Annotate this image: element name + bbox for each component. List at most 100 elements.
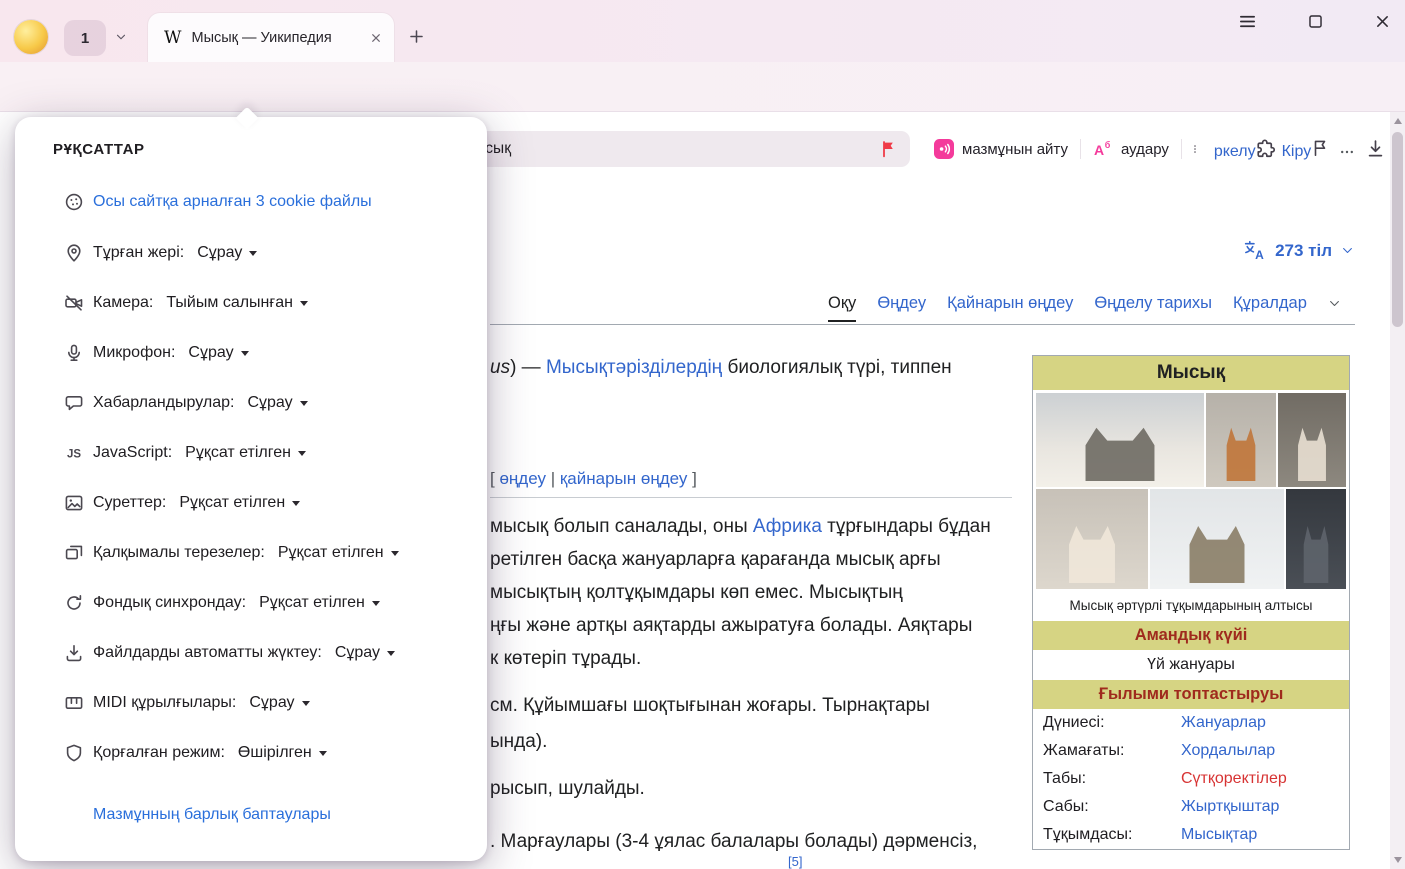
toolbar-more-icon[interactable] (1182, 140, 1208, 158)
read-aloud-label: мазмұнын айту (962, 141, 1068, 158)
tab-close-icon[interactable] (370, 32, 382, 44)
edit-source-section-link[interactable]: қайнарын өңдеу (560, 469, 688, 488)
tab-title: Мысық — Уикипедия (191, 30, 362, 46)
article-paragraph-line: . Марғаулары (3-4 ұялас балалары болады)… (490, 831, 977, 853)
reference-5-link[interactable]: [5] (788, 854, 802, 869)
new-tab-button[interactable] (408, 28, 425, 45)
taxobox-photo-grid (1033, 390, 1349, 592)
permission-row-background-sync: Фондық синхрондау: Рұқсат етілген (15, 578, 487, 628)
translate-icon: Aб (1093, 139, 1113, 159)
all-content-settings-link[interactable]: Мазмұнның барлық баптаулары (93, 806, 331, 823)
scroll-down-arrow[interactable] (1394, 857, 1402, 863)
tab-group-chevron-down-icon[interactable] (114, 30, 128, 44)
tab-read[interactable]: Оқу (828, 294, 856, 313)
family-link[interactable]: Мысықтар (1181, 826, 1257, 844)
site-cookies-link[interactable]: Осы сайтқа арналған 3 cookie файлы (93, 193, 372, 211)
permission-row-microphone: Микрофон: Сұрау (15, 328, 487, 378)
language-icon: A (1243, 239, 1266, 262)
cat-photo-gray[interactable] (1286, 489, 1346, 589)
permission-value-dropdown[interactable]: Сұрау (245, 692, 313, 714)
permission-value-dropdown[interactable]: Өшірілген (234, 742, 331, 764)
cat-photo-orange-sitting[interactable] (1206, 393, 1276, 487)
tab-history[interactable]: Өңделу тарихы (1094, 294, 1212, 313)
permission-value-dropdown[interactable]: Рұқсат етілген (181, 442, 310, 464)
article-paragraph-line: мысықтың қолтұқымдары көп емес. Мысықтың (490, 582, 903, 604)
conservation-status-header: Амандық күйі (1033, 621, 1349, 650)
permission-value-dropdown[interactable]: Тыйым салынған (162, 292, 312, 314)
active-tab[interactable]: W Мысық — Уикипедия (148, 13, 394, 62)
translate-button[interactable]: Aб аудару (1081, 135, 1181, 163)
language-selector-button[interactable]: A 273 тіл (1243, 239, 1354, 262)
taxonomy-rank-label: Жамағаты: (1043, 742, 1181, 760)
permissions-title: РҰҚСАТТАР (53, 141, 487, 158)
extensions-icon[interactable] (1255, 138, 1276, 159)
permission-value-dropdown[interactable]: Рұқсат етілген (175, 492, 304, 514)
permission-value: Өшірілген (238, 744, 312, 762)
tab-group-button[interactable]: 1 (64, 20, 106, 56)
read-aloud-button[interactable]: мазмұнын айту (922, 135, 1080, 163)
cat-photo-tabby-standing[interactable] (1150, 489, 1284, 589)
taxonomy-header: Ғылыми топтастыруы (1033, 680, 1349, 709)
collections-icon[interactable] (1310, 138, 1330, 158)
profile-avatar[interactable] (14, 20, 48, 54)
permission-value: Сұрау (247, 394, 292, 412)
cat-photo-white-orange[interactable] (1278, 393, 1346, 487)
article-paragraph-line: ңғы және артқы аяқтарды ажыратуға болады… (490, 615, 972, 637)
svg-text:A: A (1094, 142, 1104, 158)
taxonomy-row: Дүниесі: Жануарлар (1033, 709, 1349, 737)
downloads-icon[interactable] (1365, 138, 1386, 159)
tab-edit-source[interactable]: Қайнарын өңдеу (947, 294, 1073, 313)
tools-chevron-down-icon[interactable] (1328, 297, 1341, 310)
permission-value-dropdown[interactable]: Рұқсат етілген (274, 542, 403, 564)
permissions-list: Тұрған жері: Сұрау Камера: Тыйым салынға… (15, 228, 487, 778)
cat-photo-tabby-lying[interactable] (1036, 393, 1204, 487)
permission-value-dropdown[interactable]: Сұрау (243, 392, 311, 414)
chevron-down-icon (300, 301, 308, 306)
cat-family-link[interactable]: Мысықтәрізділердің (546, 357, 722, 378)
taxonomy-row: Сабы: Жыртқыштар (1033, 793, 1349, 821)
close-window-button[interactable] (1374, 13, 1391, 30)
permission-value: Рұқсат етілген (179, 494, 285, 512)
africa-link[interactable]: Африка (753, 516, 822, 537)
login-link[interactable]: Кіру (1282, 143, 1312, 161)
permission-value: Рұқсат етілген (185, 444, 291, 462)
scrollbar-thumb[interactable] (1392, 132, 1403, 327)
article-paragraph-line: ретілген басқа жануарларға қарағанда мыс… (490, 549, 941, 571)
order-link[interactable]: Жыртқыштар (1181, 798, 1279, 816)
permission-value-dropdown[interactable]: Рұқсат етілген (255, 592, 384, 614)
translate-label: аудару (1121, 141, 1169, 158)
microphone-icon (64, 343, 84, 363)
maximize-button[interactable] (1307, 13, 1324, 30)
svg-text:A: A (1255, 248, 1264, 262)
permission-value-dropdown[interactable]: Сұрау (331, 642, 399, 664)
permission-row-javascript: JS JavaScript: Рұқсат етілген (15, 428, 487, 478)
chevron-down-icon (292, 501, 300, 506)
edit-section-link[interactable]: өңдеу (499, 469, 546, 488)
page-scrollbar[interactable] (1390, 112, 1405, 869)
cookies-row: Осы сайтқа арналған 3 cookie файлы (15, 190, 487, 214)
phylum-link[interactable]: Хордалылар (1181, 742, 1275, 760)
divider: | (546, 469, 560, 488)
permission-row-midi: MIDI құрылғылары: Сұрау (15, 678, 487, 728)
images-icon (64, 493, 84, 513)
cat-photo-siamese[interactable] (1036, 489, 1148, 589)
permission-value: Рұқсат етілген (278, 544, 384, 562)
permission-value-dropdown[interactable]: Сұрау (184, 342, 252, 364)
article-paragraph-line: ында). (490, 731, 547, 753)
browser-menu-icon[interactable] (1238, 12, 1257, 31)
taxonomy-row: Тұқымдасы: Мысықтар (1033, 821, 1349, 849)
permission-value-dropdown[interactable]: Сұрау (193, 242, 261, 264)
permission-label: Микрофон: (93, 344, 175, 362)
scroll-up-arrow[interactable] (1394, 118, 1402, 124)
permission-row-auto-download: Файлдарды автоматты жүктеу: Сұрау (15, 628, 487, 678)
tab-edit[interactable]: Өңдеу (877, 294, 926, 313)
tab-tools[interactable]: Құралдар (1233, 294, 1307, 313)
class-link[interactable]: Сүтқоректілер (1181, 770, 1287, 788)
user-menu-ellipsis-icon[interactable] (1337, 144, 1357, 160)
kingdom-link[interactable]: Жануарлар (1181, 714, 1266, 732)
wikipedia-favicon: W (164, 28, 181, 48)
permission-value: Рұқсат етілген (259, 594, 365, 612)
conservation-status-value: Үй жануары (1033, 650, 1349, 680)
permission-label: Хабарландырулар: (93, 394, 234, 412)
bookmark-flag-icon[interactable] (878, 139, 898, 159)
